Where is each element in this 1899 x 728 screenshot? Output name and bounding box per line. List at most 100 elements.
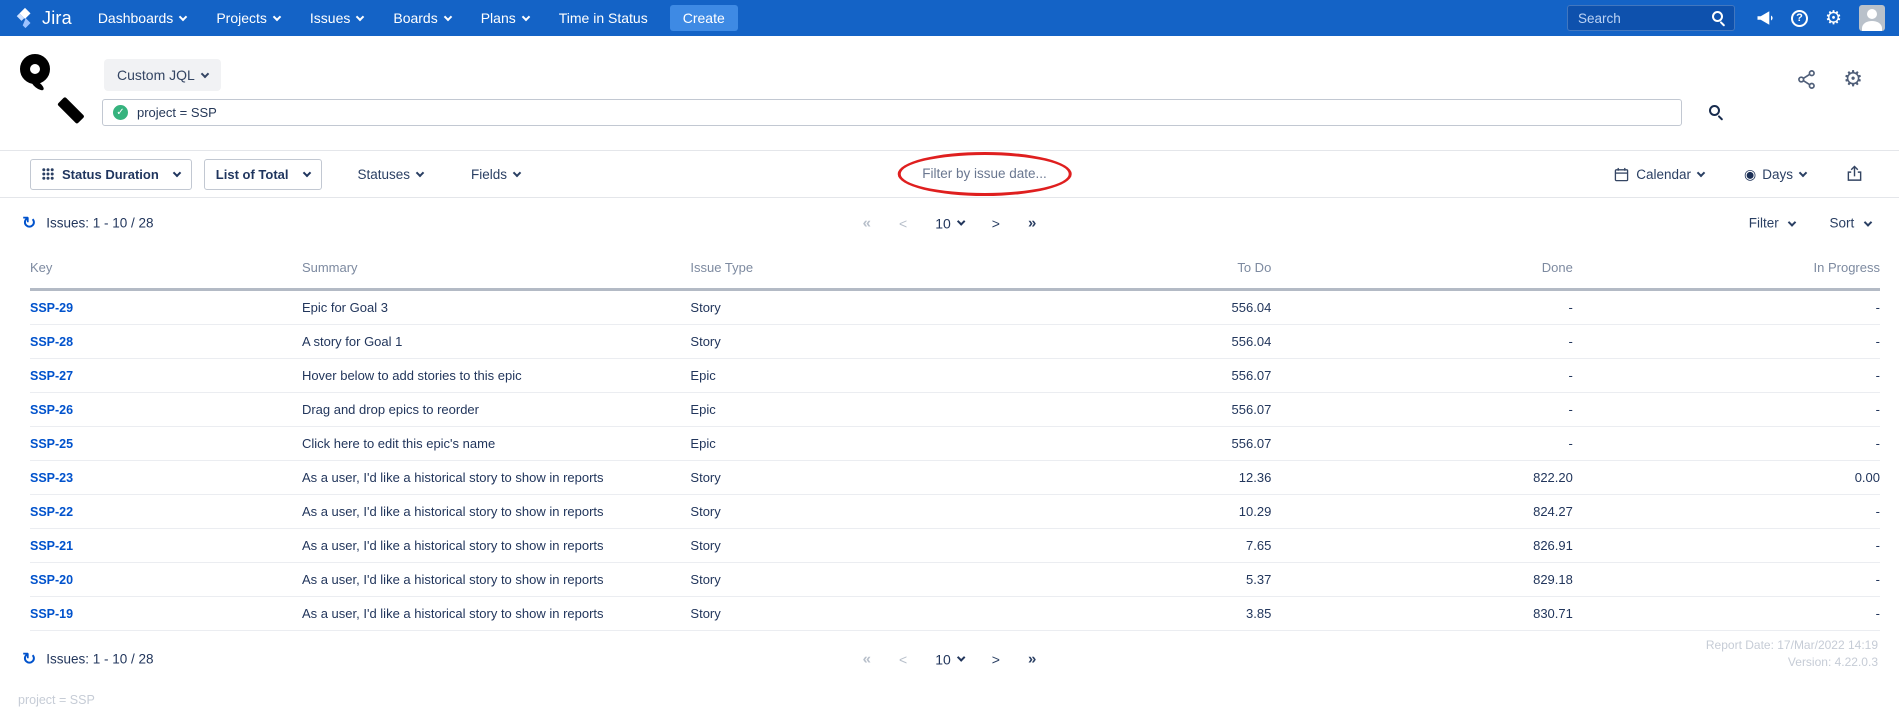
report-version: Version: 4.22.0.3 xyxy=(1706,654,1878,671)
nav-item-plans[interactable]: Plans xyxy=(481,10,529,26)
issue-key-link[interactable]: SSP-20 xyxy=(30,573,73,587)
table-header-row: Key Summary Issue Type To Do Done In Pro… xyxy=(30,248,1880,290)
jql-search-button[interactable] xyxy=(1703,104,1729,123)
issue-todo-value: 556.07 xyxy=(961,393,1272,427)
issue-summary: As a user, I'd like a historical story t… xyxy=(302,529,690,563)
page-size-dropdown[interactable]: 10 xyxy=(935,651,964,667)
first-page-button[interactable]: « xyxy=(863,215,871,232)
issue-key-link[interactable]: SSP-29 xyxy=(30,301,73,315)
issue-key-link[interactable]: SSP-27 xyxy=(30,369,73,383)
column-header-issue-type: Issue Type xyxy=(690,248,960,290)
issue-done-value: 826.91 xyxy=(1271,529,1573,563)
next-page-button[interactable]: > xyxy=(992,215,1000,231)
chevron-down-icon xyxy=(1697,168,1705,176)
issue-inprogress-value: - xyxy=(1573,563,1880,597)
refresh-icon[interactable]: ↻ xyxy=(22,651,36,668)
results-bar-top: ↻ Issues: 1 - 10 / 28 « < 10 > » Filter … xyxy=(0,198,1899,248)
issue-inprogress-value: - xyxy=(1573,290,1880,325)
chevron-down-icon xyxy=(273,12,281,20)
issue-key-link[interactable]: SSP-28 xyxy=(30,335,73,349)
issue-inprogress-value: - xyxy=(1573,495,1880,529)
refresh-icon[interactable]: ↻ xyxy=(22,215,36,232)
issue-key-link[interactable]: SSP-21 xyxy=(30,539,73,553)
issue-date-filter[interactable]: Filter by issue date... xyxy=(922,166,1047,181)
calendar-dropdown[interactable]: Calendar xyxy=(1608,166,1710,183)
nav-item-boards[interactable]: Boards xyxy=(393,10,450,26)
issue-todo-value: 556.04 xyxy=(961,325,1272,359)
last-page-button[interactable]: » xyxy=(1028,215,1036,232)
jql-mode-dropdown[interactable]: Custom JQL xyxy=(104,59,221,91)
statuses-dropdown[interactable]: Statuses xyxy=(352,166,430,183)
view-dropdown[interactable]: List of Total xyxy=(204,159,322,190)
table-row: SSP-20 As a user, I'd like a historical … xyxy=(30,563,1880,597)
nav-item-issues[interactable]: Issues xyxy=(310,10,363,26)
issue-type: Story xyxy=(690,597,960,631)
chevron-down-icon xyxy=(1788,218,1796,226)
issue-done-value: 824.27 xyxy=(1271,495,1573,529)
issue-inprogress-value: - xyxy=(1573,393,1880,427)
next-page-button[interactable]: > xyxy=(992,651,1000,667)
issue-type: Story xyxy=(690,290,960,325)
issue-todo-value: 5.37 xyxy=(961,563,1272,597)
issue-todo-value: 3.85 xyxy=(961,597,1272,631)
issue-summary: As a user, I'd like a historical story t… xyxy=(302,461,690,495)
table-row: SSP-22 As a user, I'd like a historical … xyxy=(30,495,1880,529)
column-header-key: Key xyxy=(30,248,302,290)
chevron-down-icon xyxy=(179,12,187,20)
issue-done-value: 822.20 xyxy=(1271,461,1573,495)
share-icon[interactable] xyxy=(1796,69,1817,90)
issue-todo-value: 12.36 xyxy=(961,461,1272,495)
nav-right-cluster: ? ⚙ xyxy=(1567,5,1885,31)
prev-page-button[interactable]: < xyxy=(899,215,907,231)
user-avatar[interactable] xyxy=(1859,5,1885,31)
metric-dropdown[interactable]: Status Duration xyxy=(30,159,192,190)
issue-inprogress-value: - xyxy=(1573,359,1880,393)
units-label: Days xyxy=(1762,167,1793,182)
last-page-button[interactable]: » xyxy=(1028,651,1036,668)
issues-table-body: SSP-29 Epic for Goal 3 Story 556.04 - - … xyxy=(30,290,1880,631)
announcements-icon[interactable] xyxy=(1756,10,1774,26)
table-row: SSP-29 Epic for Goal 3 Story 556.04 - - xyxy=(30,290,1880,325)
column-header-done: Done xyxy=(1271,248,1573,290)
issue-type: Story xyxy=(690,495,960,529)
search-input[interactable] xyxy=(1576,10,1712,27)
filter-dropdown[interactable]: Filter xyxy=(1749,216,1796,231)
nav-menu: Dashboards Projects Issues Boards Plans … xyxy=(98,10,648,26)
report-settings-gear-icon[interactable]: ⚙ xyxy=(1843,68,1863,90)
nav-item-time-in-status[interactable]: Time in Status xyxy=(559,10,648,26)
issue-done-value: - xyxy=(1271,359,1573,393)
prev-page-button[interactable]: < xyxy=(899,651,907,667)
jira-brand[interactable]: Jira xyxy=(14,7,72,29)
page-size-dropdown[interactable]: 10 xyxy=(935,215,964,231)
issue-key-link[interactable]: SSP-22 xyxy=(30,505,73,519)
issue-key-link[interactable]: SSP-25 xyxy=(30,437,73,451)
issue-inprogress-value: - xyxy=(1573,529,1880,563)
export-button[interactable] xyxy=(1840,164,1869,184)
issue-summary: As a user, I'd like a historical story t… xyxy=(302,495,690,529)
issue-key-link[interactable]: SSP-23 xyxy=(30,471,73,485)
issue-summary: Drag and drop epics to reorder xyxy=(302,393,690,427)
first-page-button[interactable]: « xyxy=(863,651,871,668)
sort-dropdown[interactable]: Sort xyxy=(1829,216,1871,231)
help-icon[interactable]: ? xyxy=(1791,10,1808,27)
issue-key-link[interactable]: SSP-19 xyxy=(30,607,73,621)
fields-label: Fields xyxy=(471,167,507,182)
export-icon xyxy=(1846,165,1863,183)
fields-dropdown[interactable]: Fields xyxy=(465,166,526,183)
search-icon[interactable] xyxy=(1712,11,1726,25)
jql-input[interactable]: ✓ project = SSP xyxy=(102,99,1682,126)
issue-done-value: 830.71 xyxy=(1271,597,1573,631)
issue-key-link[interactable]: SSP-26 xyxy=(30,403,73,417)
nav-search-box[interactable] xyxy=(1567,5,1735,31)
units-dropdown[interactable]: ◉ Days xyxy=(1738,165,1812,184)
nav-item-projects[interactable]: Projects xyxy=(216,10,280,26)
nav-item-dashboards[interactable]: Dashboards xyxy=(98,10,187,26)
issue-done-value: - xyxy=(1271,325,1573,359)
search-icon xyxy=(1709,105,1723,119)
admin-gear-icon[interactable]: ⚙ xyxy=(1825,9,1842,28)
brand-name: Jira xyxy=(42,8,72,29)
grid-icon xyxy=(42,168,54,180)
pagination-top: « < 10 > » xyxy=(863,215,1037,232)
issue-todo-value: 7.65 xyxy=(961,529,1272,563)
create-button[interactable]: Create xyxy=(670,5,738,31)
